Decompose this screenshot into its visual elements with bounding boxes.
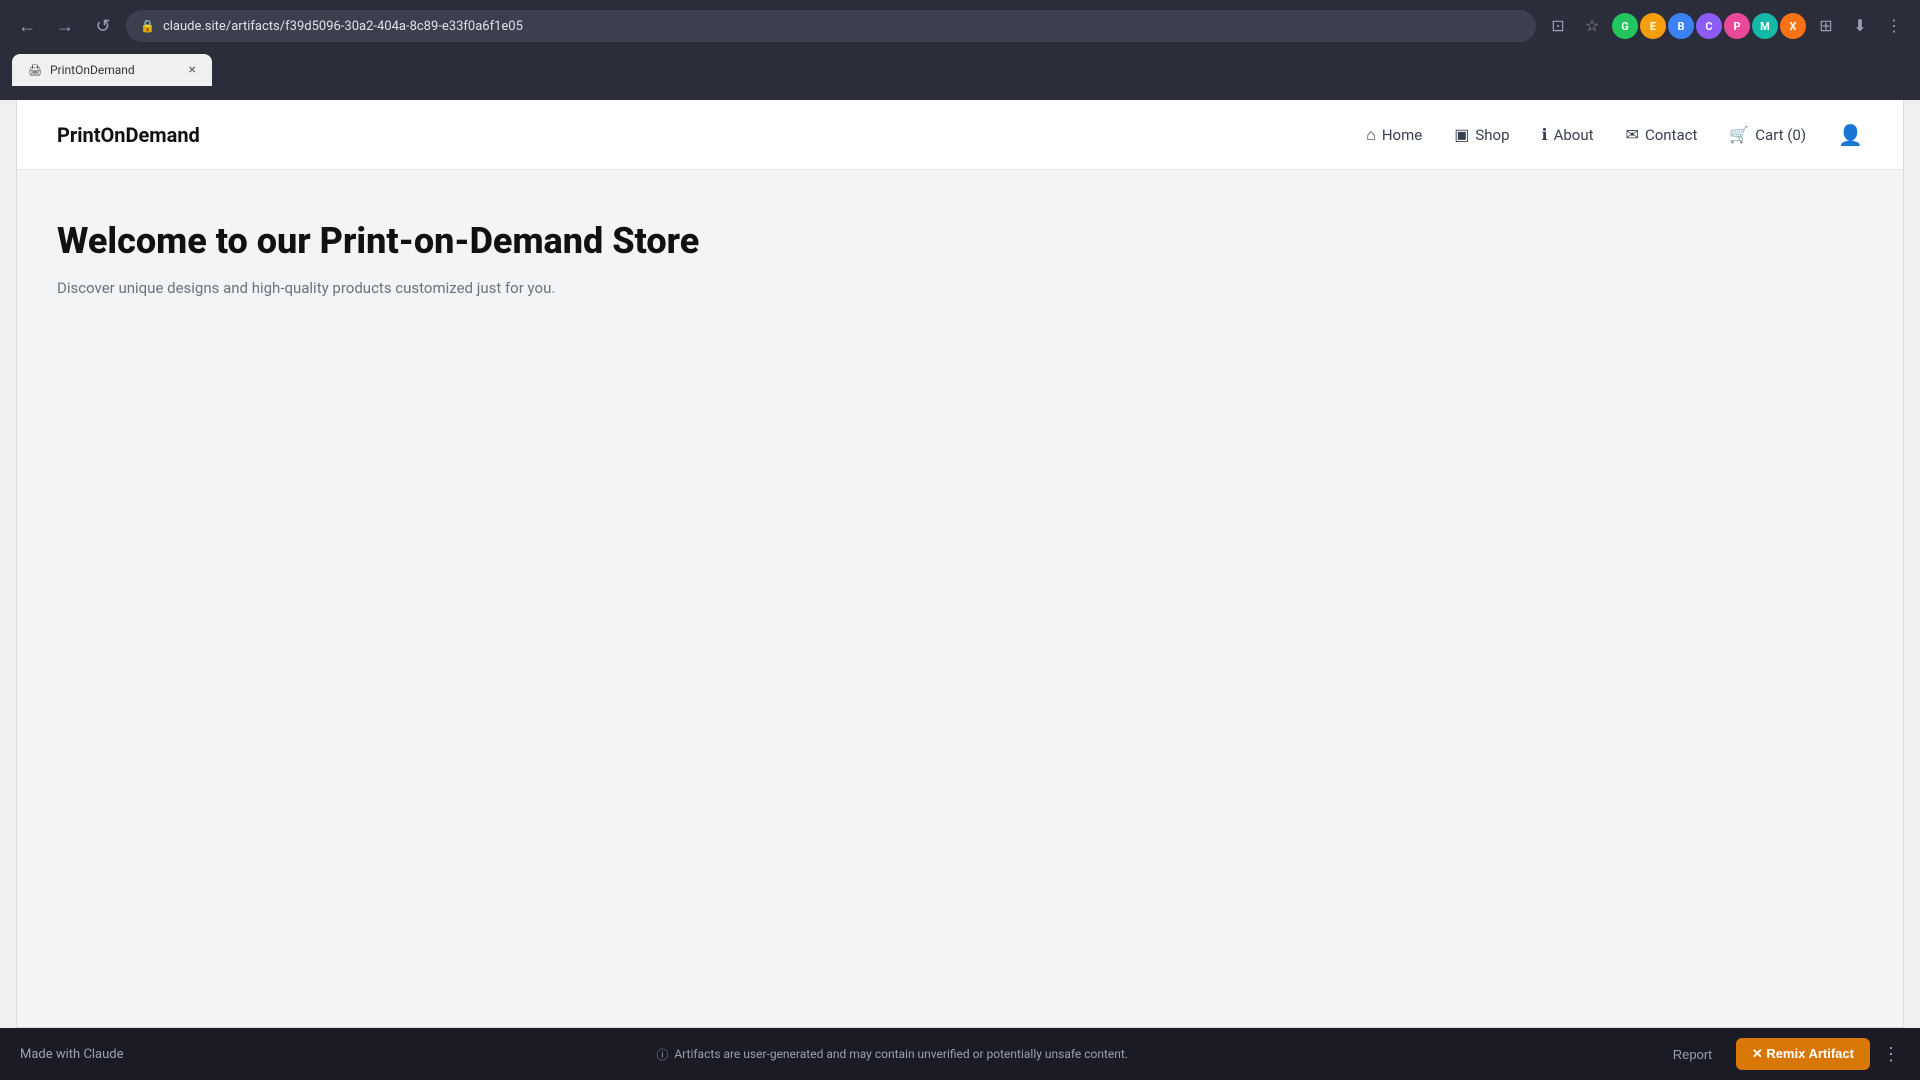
ext-icon-7[interactable]: X: [1780, 13, 1806, 39]
page-title: Welcome to our Print-on-Demand Store: [57, 220, 1863, 263]
ext-icon-4[interactable]: C: [1696, 13, 1722, 39]
browser-top-bar: ← → ↺ 🔒 claude.site/artifacts/f39d5096-3…: [12, 8, 1908, 44]
shop-icon: ▣: [1454, 125, 1469, 144]
info-icon: ⓘ: [656, 1046, 668, 1063]
site-nav: ⌂ Home ▣ Shop ℹ About ✉ Contact 🛒 Car: [1366, 123, 1863, 147]
nav-home-label: Home: [1382, 126, 1422, 144]
bottom-bar: Made with Claude ⓘ Artifacts are user-ge…: [0, 1028, 1920, 1080]
ext-icon-3[interactable]: B: [1668, 13, 1694, 39]
user-account-icon[interactable]: 👤: [1838, 123, 1863, 147]
remix-button[interactable]: ✕ Remix Artifact: [1736, 1038, 1870, 1070]
ext-icon-6[interactable]: M: [1752, 13, 1778, 39]
nav-shop[interactable]: ▣ Shop: [1454, 125, 1509, 144]
cart-icon: 🛒: [1729, 125, 1749, 144]
disclaimer-text: Artifacts are user-generated and may con…: [674, 1047, 1128, 1061]
forward-button[interactable]: →: [50, 11, 80, 41]
bottom-bar-right: Report ✕ Remix Artifact ⋮: [1661, 1038, 1900, 1070]
disclaimer-area: ⓘ Artifacts are user-generated and may c…: [656, 1046, 1128, 1063]
made-with-label: Made with Claude: [20, 1047, 124, 1062]
address-bar[interactable]: 🔒 claude.site/artifacts/f39d5096-30a2-40…: [126, 10, 1536, 42]
settings-button[interactable]: ⋮: [1880, 12, 1908, 40]
ext-icon-1[interactable]: G: [1612, 13, 1638, 39]
bottom-menu-button[interactable]: ⋮: [1882, 1044, 1900, 1065]
extensions-button[interactable]: ⊞: [1812, 12, 1840, 40]
lock-icon: 🔒: [140, 19, 155, 33]
home-icon: ⌂: [1366, 125, 1376, 145]
nav-contact-label: Contact: [1645, 126, 1697, 144]
site-logo[interactable]: PrintOnDemand: [57, 123, 200, 147]
tab-close-button[interactable]: ×: [189, 62, 196, 78]
nav-contact[interactable]: ✉ Contact: [1626, 125, 1698, 144]
bookmark-button[interactable]: ☆: [1578, 12, 1606, 40]
site-container: PrintOnDemand ⌂ Home ▣ Shop ℹ About ✉ Co…: [16, 100, 1904, 1028]
nav-cart-label: Cart (0): [1755, 126, 1806, 144]
cast-button[interactable]: ⊡: [1544, 12, 1572, 40]
nav-about[interactable]: ℹ About: [1542, 125, 1594, 144]
tab-favicon: 🖨: [28, 64, 42, 77]
browser-tabs: 🖨 PrintOnDemand ×: [12, 50, 1908, 86]
browser-action-buttons: ⊡ ☆ G E B C P M X ⊞ ⬇ ⋮: [1544, 12, 1908, 40]
active-tab[interactable]: 🖨 PrintOnDemand ×: [12, 54, 212, 86]
browser-chrome: ← → ↺ 🔒 claude.site/artifacts/f39d5096-3…: [0, 0, 1920, 100]
tab-title: PrintOnDemand: [50, 63, 135, 77]
nav-shop-label: Shop: [1475, 126, 1509, 144]
ext-icon-2[interactable]: E: [1640, 13, 1666, 39]
page-wrapper: PrintOnDemand ⌂ Home ▣ Shop ℹ About ✉ Co…: [0, 100, 1920, 1028]
extension-icons: G E B C P M X: [1612, 13, 1806, 39]
nav-home[interactable]: ⌂ Home: [1366, 125, 1422, 145]
reload-button[interactable]: ↺: [88, 11, 118, 41]
back-button[interactable]: ←: [12, 11, 42, 41]
about-icon: ℹ: [1542, 125, 1548, 144]
site-main: Welcome to our Print-on-Demand Store Dis…: [17, 170, 1903, 1027]
report-button[interactable]: Report: [1661, 1041, 1724, 1068]
contact-icon: ✉: [1626, 125, 1639, 144]
page-subtitle: Discover unique designs and high-quality…: [57, 279, 1863, 297]
download-button[interactable]: ⬇: [1846, 12, 1874, 40]
site-header: PrintOnDemand ⌂ Home ▣ Shop ℹ About ✉ Co…: [17, 100, 1903, 170]
nav-cart[interactable]: 🛒 Cart (0): [1729, 125, 1806, 144]
address-text: claude.site/artifacts/f39d5096-30a2-404a…: [163, 19, 1522, 34]
ext-icon-5[interactable]: P: [1724, 13, 1750, 39]
nav-about-label: About: [1554, 126, 1594, 144]
